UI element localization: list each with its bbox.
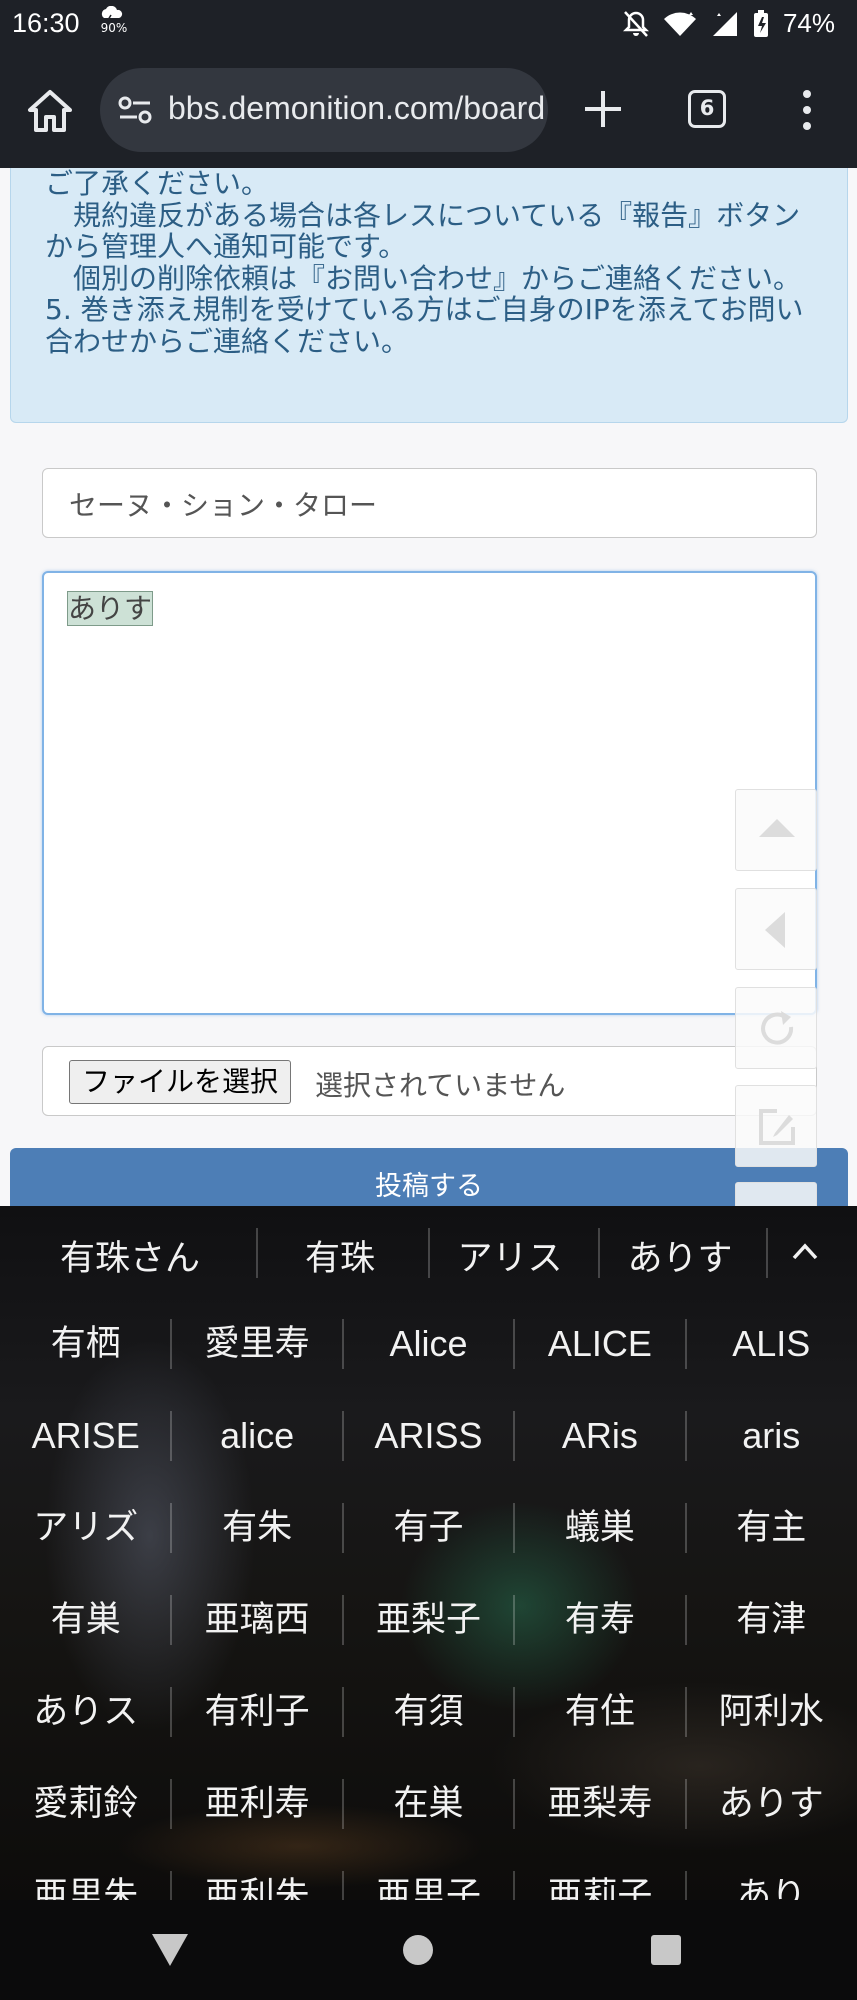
battery-icon bbox=[753, 9, 768, 37]
candidate-item[interactable]: 在巣 bbox=[343, 1758, 514, 1850]
home-circle-icon[interactable] bbox=[402, 1934, 434, 1966]
candidate-item[interactable]: あり bbox=[686, 1850, 857, 1900]
candidate-item[interactable]: 有朱 bbox=[171, 1482, 342, 1574]
more-menu-icon[interactable] bbox=[792, 88, 822, 132]
suggestion-item[interactable]: 有珠 bbox=[270, 1230, 410, 1281]
candidate-item[interactable]: ARISE bbox=[0, 1390, 171, 1482]
candidate-item[interactable]: アリズ bbox=[0, 1482, 171, 1574]
suggestion-item[interactable]: ありす bbox=[610, 1230, 750, 1281]
candidate-item[interactable]: 有住 bbox=[514, 1666, 685, 1758]
candidate-item[interactable]: alice bbox=[171, 1390, 342, 1482]
candidate-item[interactable]: Alice bbox=[343, 1298, 514, 1390]
status-time: 16:30 bbox=[12, 8, 80, 38]
suggestion-item[interactable]: アリス bbox=[440, 1230, 580, 1281]
candidate-item[interactable]: 有須 bbox=[343, 1666, 514, 1758]
divider bbox=[256, 1228, 258, 1278]
candidate-item[interactable]: ALICE bbox=[514, 1298, 685, 1390]
ime-keyboard: 有珠さん 有珠 アリス ありす 有栖 愛里寿 Alice ALICE ALIS ARISE… bbox=[0, 1206, 857, 1900]
divider bbox=[598, 1228, 600, 1278]
site-settings-icon[interactable] bbox=[118, 95, 152, 125]
candidate-item[interactable]: 亜利寿 bbox=[171, 1758, 342, 1850]
suggestion-bar: 有珠さん 有珠 アリス ありす bbox=[0, 1206, 857, 1298]
candidate-item[interactable]: 有利子 bbox=[171, 1666, 342, 1758]
status-small-text: 90% bbox=[100, 21, 128, 35]
name-field[interactable]: セーヌ・ション・タロー bbox=[42, 468, 817, 538]
tab-switcher-button[interactable]: 6 bbox=[688, 90, 726, 128]
choose-file-button[interactable]: ファイルを選択 bbox=[69, 1060, 292, 1104]
mute-bell-icon bbox=[622, 10, 649, 37]
notice-box: ご了承ください。 規約違反がある場合は各レスについている『報告』ボタンから管理人… bbox=[10, 168, 848, 423]
candidate-item[interactable]: ありす bbox=[686, 1758, 857, 1850]
submit-button[interactable]: 投稿する bbox=[10, 1148, 848, 1206]
battery-percent: 74% bbox=[782, 8, 835, 38]
suggestion-item[interactable]: 有珠さん bbox=[40, 1230, 220, 1281]
candidate-item[interactable]: 亜利朱 bbox=[171, 1850, 342, 1900]
candidate-item[interactable]: ARis bbox=[514, 1390, 685, 1482]
candidate-item[interactable]: 有津 bbox=[686, 1574, 857, 1666]
candidate-item[interactable]: 亜梨寿 bbox=[514, 1758, 685, 1850]
candidate-item[interactable]: 有栖 bbox=[0, 1298, 171, 1390]
candidate-item[interactable]: 亜梨子 bbox=[343, 1574, 514, 1666]
navigation-bar bbox=[0, 1900, 857, 2000]
reload-icon bbox=[761, 1011, 794, 1045]
notice-line: 規約違反がある場合は各レスについている『報告』ボタンから管理人へ通知可能です。 bbox=[45, 198, 801, 263]
reload-button[interactable] bbox=[735, 987, 817, 1069]
candidate-item[interactable]: 有主 bbox=[686, 1482, 857, 1574]
storm-icon: 90% bbox=[98, 6, 130, 35]
scroll-top-button[interactable] bbox=[735, 789, 817, 871]
notice-line: 個別の削除依頼は『お問い合わせ』からご連絡ください。 bbox=[45, 261, 802, 295]
candidate-item[interactable]: 蟻巣 bbox=[514, 1482, 685, 1574]
candidate-item[interactable]: 有寿 bbox=[514, 1574, 685, 1666]
file-status-text: 選択されていません bbox=[315, 1069, 566, 1102]
candidate-item[interactable]: ありス bbox=[0, 1666, 171, 1758]
candidate-item[interactable]: 愛里寿 bbox=[171, 1298, 342, 1390]
candidate-item[interactable]: 亜里朱 bbox=[0, 1850, 171, 1900]
candidate-item[interactable]: 亜里子 bbox=[343, 1850, 514, 1900]
status-bar: 16:30 90% 74% bbox=[0, 0, 857, 48]
chevron-up-icon[interactable] bbox=[790, 1236, 820, 1266]
back-triangle-icon[interactable] bbox=[150, 1932, 190, 1968]
candidate-item[interactable]: 有巣 bbox=[0, 1574, 171, 1666]
next-button[interactable] bbox=[735, 1182, 817, 1206]
composing-text: ありす bbox=[66, 591, 154, 626]
candidate-item[interactable]: 有子 bbox=[343, 1482, 514, 1574]
message-textarea[interactable]: ありす bbox=[42, 571, 817, 1015]
notice-line: ご了承ください。 bbox=[45, 168, 270, 200]
url-text[interactable]: bbs.demonition.com/board bbox=[168, 90, 545, 127]
home-icon[interactable] bbox=[24, 86, 76, 138]
address-bar[interactable]: bbs.demonition.com/board bbox=[100, 68, 548, 152]
browser-toolbar: bbs.demonition.com/board 6 bbox=[0, 48, 857, 168]
divider bbox=[766, 1228, 768, 1278]
divider bbox=[428, 1228, 430, 1278]
web-page: ご了承ください。 規約違反がある場合は各レスについている『報告』ボタンから管理人… bbox=[0, 168, 857, 1206]
candidate-item[interactable]: 阿利水 bbox=[686, 1666, 857, 1758]
file-input[interactable]: ファイルを選択 選択されていません bbox=[42, 1046, 817, 1116]
back-button[interactable] bbox=[735, 888, 817, 970]
candidate-item[interactable]: 亜璃西 bbox=[171, 1574, 342, 1666]
recents-square-icon[interactable] bbox=[650, 1934, 682, 1966]
signal-icon bbox=[712, 11, 737, 36]
notice-line: 5. 巻き添え規制を受けている方はご自身のIPを添えてお問い合わせからご連絡くだ… bbox=[45, 293, 804, 358]
wifi-icon bbox=[663, 11, 696, 36]
status-right: 74% bbox=[622, 8, 835, 39]
candidate-item[interactable]: ALIS bbox=[686, 1298, 857, 1390]
candidate-item[interactable]: ARISS bbox=[343, 1390, 514, 1482]
triangle-up-icon bbox=[759, 819, 795, 837]
candidate-item[interactable]: 愛莉鈴 bbox=[0, 1758, 171, 1850]
compose-button[interactable] bbox=[735, 1085, 817, 1167]
candidate-item[interactable]: aris bbox=[686, 1390, 857, 1482]
new-tab-icon[interactable] bbox=[582, 88, 624, 130]
edit-icon bbox=[759, 1109, 795, 1145]
candidate-item[interactable]: 亜莉子 bbox=[514, 1850, 685, 1900]
triangle-left-icon bbox=[765, 912, 785, 948]
